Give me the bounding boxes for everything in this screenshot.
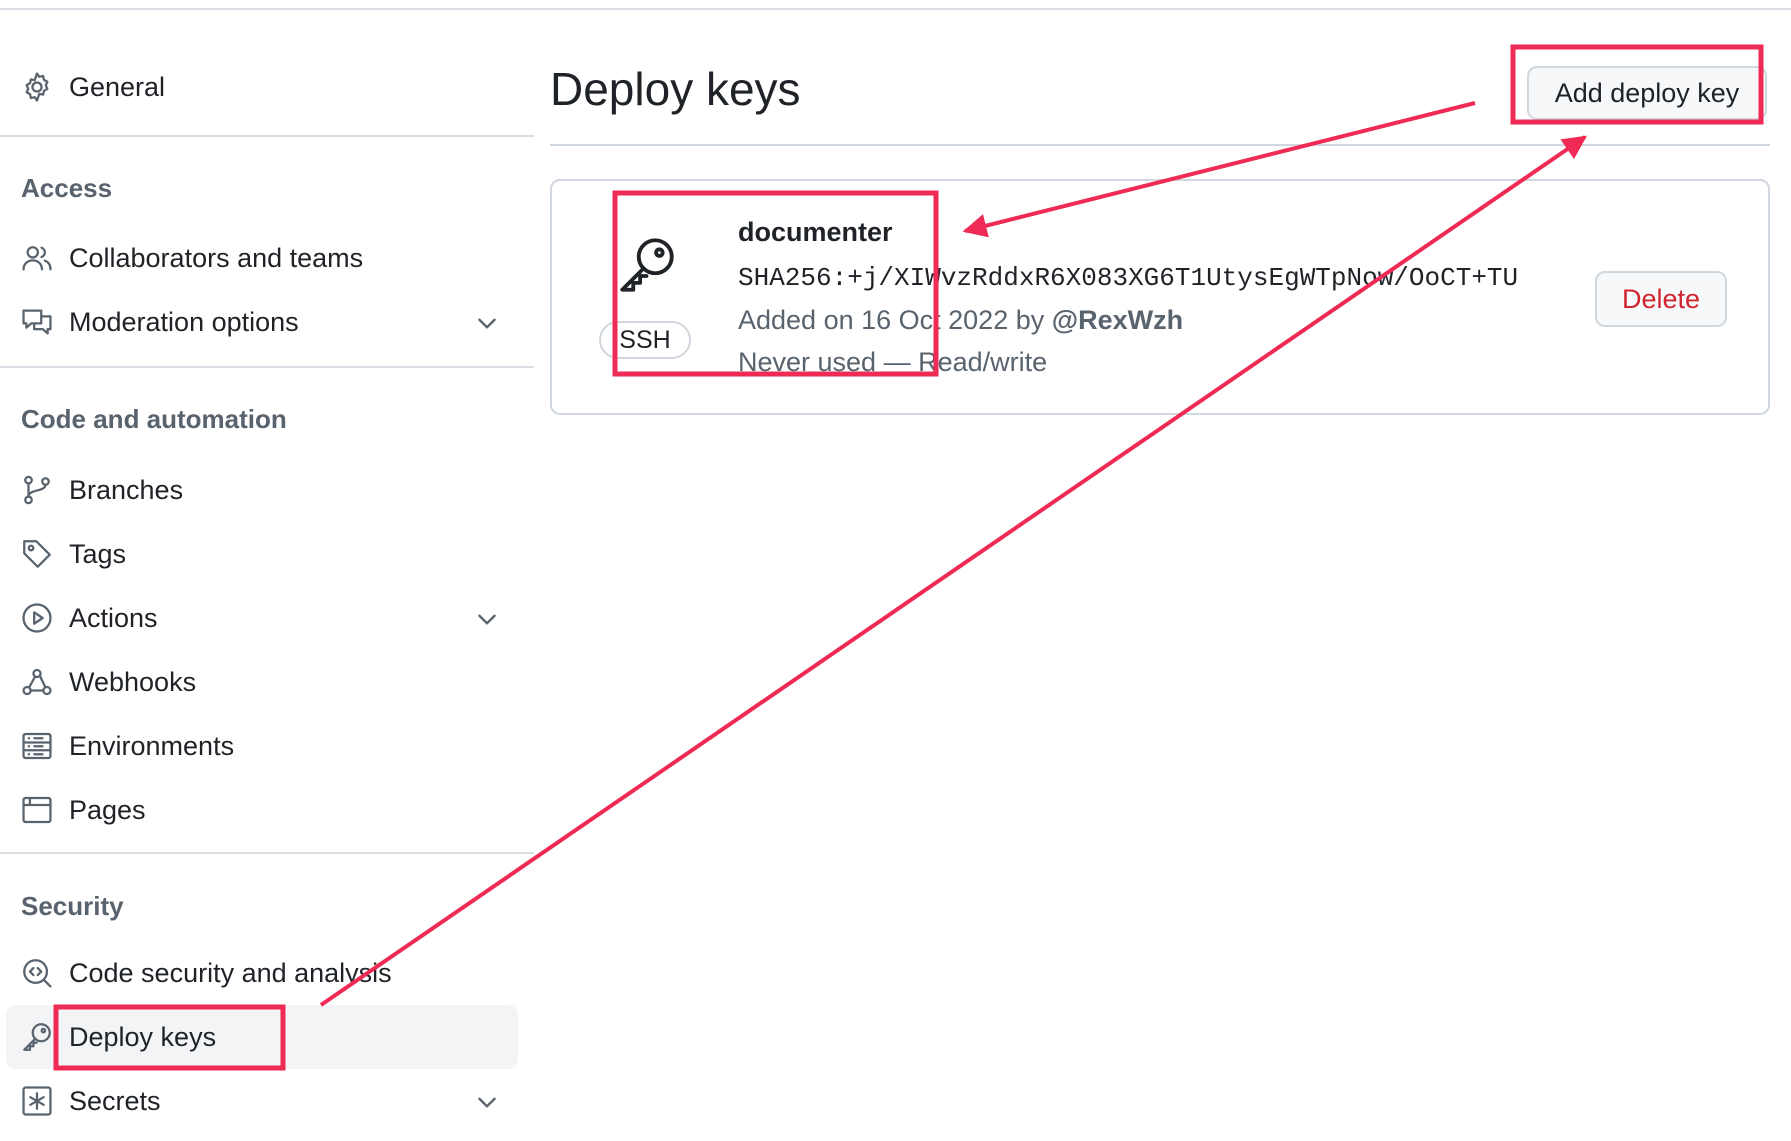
delete-key-button[interactable]: Delete xyxy=(1595,271,1727,327)
key-title: documenter xyxy=(738,217,893,247)
key-fingerprint: SHA256:+j/XIWvzRddxR6X083XG6T1UtysEgWTpN… xyxy=(738,263,1519,293)
sidebar-item-label: General xyxy=(69,72,166,102)
sidebar-item-code-security[interactable]: Code security and analysis xyxy=(6,941,518,1005)
comment-discussion-icon xyxy=(20,305,54,339)
add-deploy-key-button[interactable]: Add deploy key xyxy=(1527,66,1767,120)
sidebar-item-pages[interactable]: Pages xyxy=(6,778,518,842)
sidebar-item-webhooks[interactable]: Webhooks xyxy=(6,650,518,714)
sidebar-item-general[interactable]: General xyxy=(6,55,518,119)
sidebar-divider xyxy=(0,135,534,137)
settings-sidebar: General Access Collaborators and teams M… xyxy=(0,0,534,1141)
people-icon xyxy=(20,241,54,275)
gear-icon xyxy=(20,70,54,104)
key-icon xyxy=(20,1020,54,1054)
git-branch-icon xyxy=(20,473,54,507)
sidebar-item-label: Tags xyxy=(69,539,127,569)
sidebar-item-label: Code security and analysis xyxy=(69,958,392,988)
key-added-date: Added on 16 Oct 2022 by xyxy=(738,305,1045,335)
chevron-down-icon[interactable] xyxy=(474,310,500,336)
sidebar-item-environments[interactable]: Environments xyxy=(6,714,518,778)
sidebar-item-tags[interactable]: Tags xyxy=(6,522,518,586)
key-added-by-user[interactable]: @RexWzh xyxy=(1052,305,1183,335)
ssh-badge: SSH xyxy=(599,321,691,359)
sidebar-item-label: Branches xyxy=(69,475,184,505)
section-heading-code-automation: Code and automation xyxy=(21,404,287,434)
sidebar-item-label: Actions xyxy=(69,603,158,633)
sidebar-divider xyxy=(0,852,534,854)
section-heading-access: Access xyxy=(21,173,113,203)
sidebar-item-secrets[interactable]: Secrets xyxy=(6,1069,518,1133)
chevron-down-icon[interactable] xyxy=(474,1089,500,1115)
browser-icon xyxy=(20,793,54,827)
sidebar-divider xyxy=(0,366,534,368)
play-icon xyxy=(20,601,54,635)
asterisk-icon xyxy=(20,1084,54,1118)
sidebar-item-collaborators[interactable]: Collaborators and teams xyxy=(6,226,518,290)
deploy-key-row: SSH documenter SHA256:+j/XIWvzRddxR6X083… xyxy=(550,179,1770,415)
sidebar-item-label: Pages xyxy=(69,795,146,825)
server-icon xyxy=(20,729,54,763)
sidebar-item-deploy-keys[interactable]: Deploy keys xyxy=(6,1005,518,1069)
key-icon xyxy=(614,232,680,298)
codescan-icon xyxy=(20,956,54,990)
page-title: Deploy keys xyxy=(550,63,801,115)
sidebar-item-branches[interactable]: Branches xyxy=(6,458,518,522)
sidebar-item-moderation[interactable]: Moderation options xyxy=(6,290,518,354)
title-divider xyxy=(550,144,1770,146)
key-usage-info: Never used — Read/write xyxy=(738,347,1048,377)
sidebar-item-label: Moderation options xyxy=(69,307,299,337)
webhook-icon xyxy=(20,665,54,699)
key-added-info: Added on 16 Oct 2022 by @RexWzh xyxy=(738,305,1183,336)
chevron-down-icon[interactable] xyxy=(474,606,500,632)
sidebar-item-label: Webhooks xyxy=(69,667,197,697)
sidebar-item-label: Environments xyxy=(69,731,235,761)
section-heading-security: Security xyxy=(21,891,124,921)
sidebar-item-label: Secrets xyxy=(69,1086,161,1116)
sidebar-item-actions[interactable]: Actions xyxy=(6,586,518,650)
sidebar-item-label: Collaborators and teams xyxy=(69,243,364,273)
tag-icon xyxy=(20,537,54,571)
sidebar-item-label: Deploy keys xyxy=(69,1022,217,1052)
